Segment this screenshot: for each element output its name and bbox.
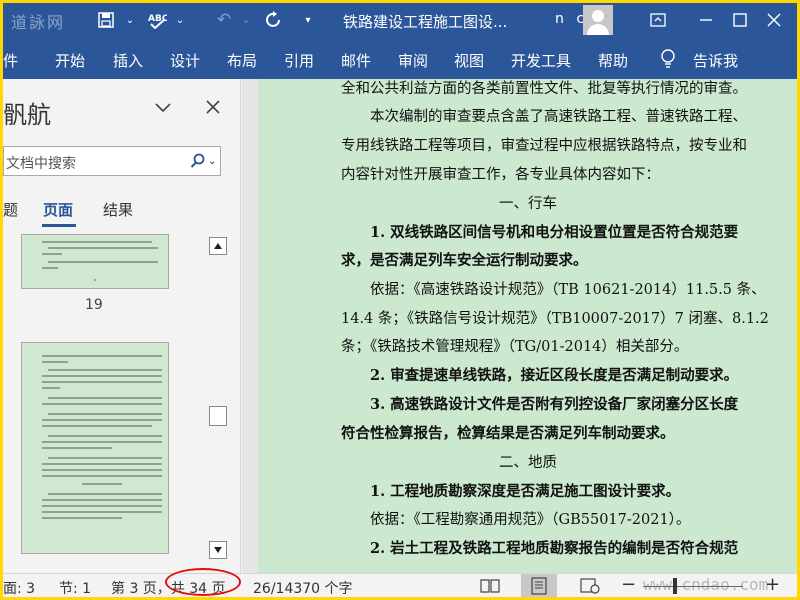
body-text-line: 2. 岩土工程及铁路工程地质勘察报告的编制是否符合规范 bbox=[370, 540, 739, 557]
close-icon[interactable] bbox=[759, 5, 789, 35]
tab-headings[interactable]: 题 bbox=[3, 199, 18, 220]
chevron-down-icon[interactable]: ⌄ bbox=[208, 156, 216, 167]
tab-home[interactable]: 开始 bbox=[55, 50, 85, 71]
search-icon[interactable] bbox=[190, 153, 206, 169]
chevron-down-icon[interactable]: ⌄ bbox=[123, 7, 137, 33]
body-text-line: 1. 双线铁路区间信号机和电分相设置位置是否符合规范要 bbox=[370, 224, 739, 241]
status-page[interactable]: 面: 3 bbox=[3, 578, 35, 597]
minimize-icon[interactable] bbox=[691, 5, 721, 35]
body-text-line: 符合性检算报告，检算结果是否满足列车制动要求。 bbox=[341, 425, 675, 442]
status-bar: 面: 3 节: 1 第 3 页，共 34 页 26/14370 个字 − www… bbox=[3, 573, 797, 597]
document-area[interactable]: 全和公共利益方面的各类前置性文件、批复等执行情况的审查。 本次编制的审查要点含盖… bbox=[242, 79, 797, 573]
tab-layout[interactable]: 布局 bbox=[227, 50, 257, 71]
search-placeholder: 文档中搜索 bbox=[6, 156, 76, 172]
body-text-line: 内容针对性开展审查工作，各专业具体内容如下： bbox=[341, 167, 660, 183]
spelling-check-icon[interactable]: ABC bbox=[145, 7, 169, 33]
tab-developer[interactable]: 开发工具 bbox=[511, 50, 571, 71]
chevron-down-icon[interactable] bbox=[153, 97, 173, 117]
tab-mailings[interactable]: 邮件 bbox=[341, 50, 371, 71]
scroll-down-button[interactable] bbox=[209, 541, 227, 559]
site-watermark: www.cndao.com bbox=[643, 575, 769, 594]
close-icon[interactable] bbox=[203, 97, 223, 117]
status-word-count[interactable]: 26/14370 个字 bbox=[253, 578, 353, 597]
section-heading: 二、地质 bbox=[499, 455, 557, 471]
active-tab-indicator bbox=[42, 224, 76, 227]
thumbnail-scrollbar[interactable] bbox=[206, 234, 229, 564]
body-text-line: 求，是否满足列车安全运行制动要求。 bbox=[341, 252, 588, 269]
body-text-line: 条；《铁路技术管理规程》（TG/01-2014）相关部分。 bbox=[341, 339, 689, 355]
tab-results[interactable]: 结果 bbox=[103, 199, 133, 220]
scroll-thumb[interactable] bbox=[209, 406, 227, 426]
document-page[interactable]: 全和公共利益方面的各类前置性文件、批复等执行情况的审查。 本次编制的审查要点含盖… bbox=[258, 79, 797, 573]
zoom-in-icon[interactable]: + bbox=[765, 574, 780, 595]
svg-text:ABC: ABC bbox=[148, 14, 167, 24]
ribbon-display-options-icon[interactable] bbox=[643, 5, 673, 35]
title-bar: 道詠网 ⌄ ABC ⌄ ↶ ⌄ ▾ 铁路建设工程施工图设... n c bbox=[3, 3, 797, 37]
redo-icon[interactable] bbox=[261, 7, 287, 33]
body-text-line: 依据：《高速铁路设计规范》（TB 10621-2014）11.5.5 条、 bbox=[370, 282, 766, 298]
tab-view[interactable]: 视图 bbox=[454, 50, 484, 71]
tab-help[interactable]: 帮助 bbox=[598, 50, 628, 71]
restore-icon[interactable] bbox=[725, 5, 755, 35]
nav-pane-title: 骪航 bbox=[3, 101, 51, 129]
tell-me-search[interactable]: 告诉我 bbox=[693, 50, 738, 71]
tab-design[interactable]: 设计 bbox=[170, 50, 200, 71]
zoom-out-icon[interactable]: − bbox=[621, 574, 636, 595]
tab-file[interactable]: 件 bbox=[3, 50, 18, 71]
page-thumbnail-current[interactable] bbox=[21, 342, 169, 554]
web-layout-icon[interactable] bbox=[579, 577, 601, 595]
page-thumbnails: 19 bbox=[3, 234, 203, 564]
undo-icon[interactable]: ↶ bbox=[211, 7, 237, 33]
body-text-line: 1. 工程地质勘察深度是否满足施工图设计要求。 bbox=[370, 483, 681, 500]
lightbulb-icon[interactable] bbox=[660, 49, 676, 73]
tab-references[interactable]: 引用 bbox=[284, 50, 314, 71]
chevron-down-icon[interactable]: ⌄ bbox=[173, 7, 187, 33]
page-thumbnail[interactable] bbox=[21, 234, 169, 289]
watermark-logo: 道詠网 bbox=[11, 13, 66, 32]
annotation-circle bbox=[165, 568, 241, 596]
document-title: 铁路建设工程施工图设... bbox=[343, 13, 508, 31]
tab-pages[interactable]: 页面 bbox=[43, 199, 73, 220]
body-text-line: 3. 高速铁路设计文件是否附有列控设备厂家闭塞分区长度 bbox=[370, 396, 739, 413]
body-text-line: 专用线铁路工程等项目，审查过程中应根据铁路特点，按专业和 bbox=[341, 138, 747, 154]
chevron-down-icon[interactable]: ⌄ bbox=[239, 7, 253, 33]
page-number-label: 19 bbox=[85, 297, 103, 313]
search-input[interactable]: 文档中搜索 ⌄ bbox=[3, 146, 221, 176]
ribbon-tabs: 件 开始 插入 设计 布局 引用 邮件 审阅 视图 开发工具 帮助 告诉我 bbox=[3, 37, 797, 79]
word-window: 道詠网 ⌄ ABC ⌄ ↶ ⌄ ▾ 铁路建设工程施工图设... n c 件 开始… bbox=[3, 3, 797, 597]
tab-review[interactable]: 审阅 bbox=[398, 50, 428, 71]
save-icon[interactable] bbox=[95, 7, 117, 33]
body-text-line: 依据：《工程勘察通用规范》（GB55017-2021）。 bbox=[370, 512, 691, 528]
body-text-line: 本次编制的审查要点含盖了高速铁路工程、普速铁路工程、 bbox=[370, 109, 747, 125]
body-text-line: 14.4 条；《铁路信号设计规范》（TB10007-2017）7 闭塞、8.1.… bbox=[341, 311, 769, 327]
customize-toolbar-icon[interactable]: ▾ bbox=[301, 7, 315, 33]
tab-insert[interactable]: 插入 bbox=[113, 50, 143, 71]
body-text-line: 全和公共利益方面的各类前置性文件、批复等执行情况的审查。 bbox=[341, 81, 747, 97]
status-section[interactable]: 节: 1 bbox=[59, 578, 91, 597]
avatar[interactable] bbox=[583, 5, 613, 35]
navigation-pane: 骪航 文档中搜索 ⌄ 题 页面 结果 19 bbox=[3, 79, 241, 573]
print-layout-icon[interactable] bbox=[528, 577, 550, 595]
body-text-line: 2. 审查提速单线铁路，接近区段长度是否满足制动要求。 bbox=[370, 367, 739, 384]
scroll-up-button[interactable] bbox=[209, 237, 227, 255]
section-heading: 一、行车 bbox=[499, 196, 557, 212]
read-mode-icon[interactable] bbox=[479, 577, 501, 595]
